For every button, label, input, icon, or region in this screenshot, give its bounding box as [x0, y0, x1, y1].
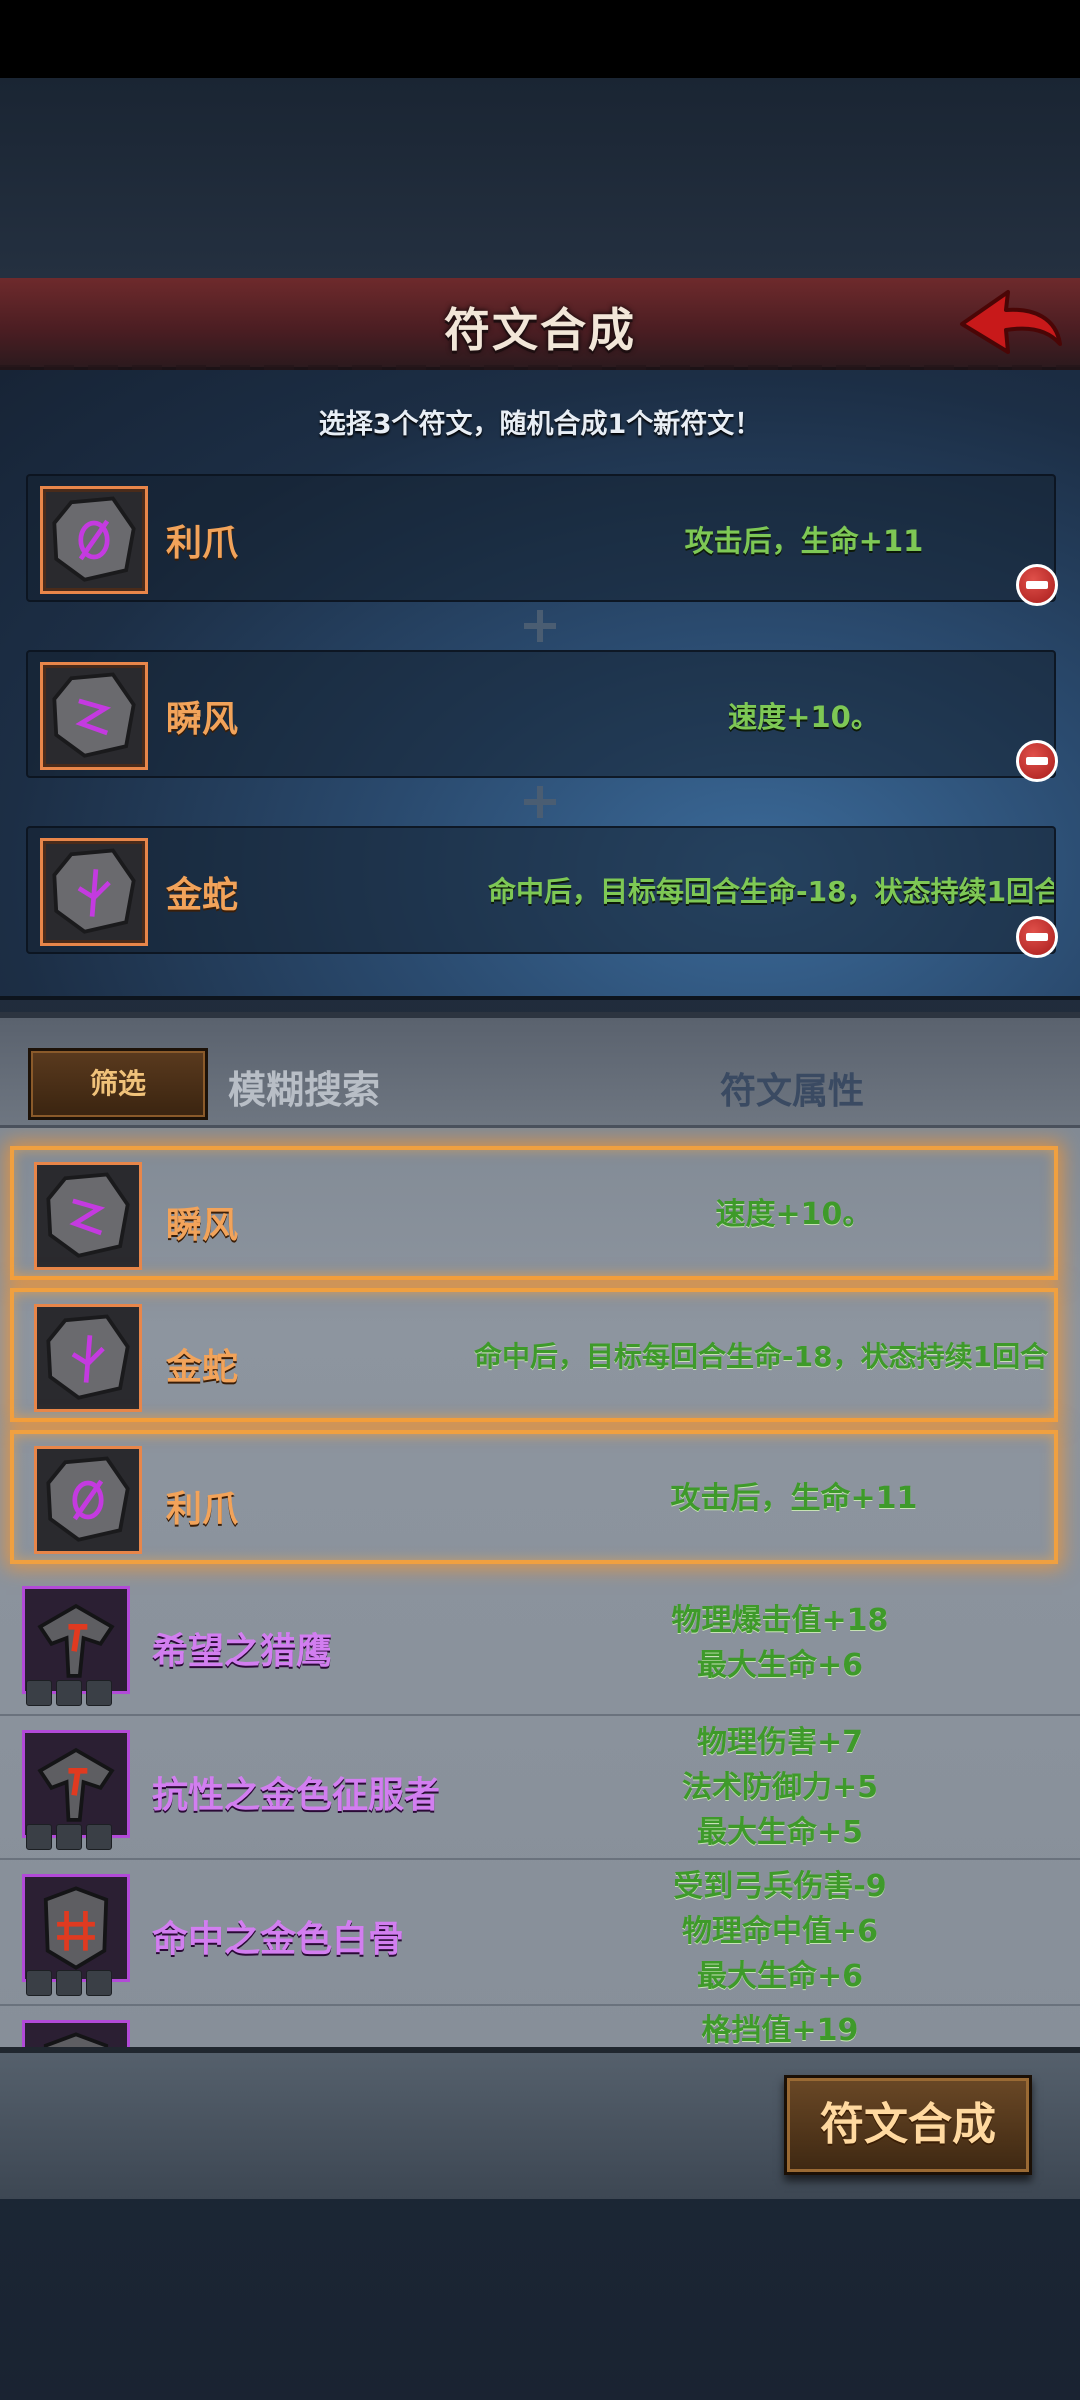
- attribute-line: 最大生命+5: [696, 1815, 863, 1850]
- plus-icon: [524, 786, 556, 818]
- socket-icon: [86, 1970, 112, 1996]
- rune-attributes: 受到弓兵伤害-9 物理命中值+6 最大生命+6: [480, 1864, 1080, 1999]
- rune-stone-icon: [40, 838, 148, 946]
- craft-button-label: 符文合成: [820, 2099, 996, 2150]
- rune-shield-icon: [22, 1874, 130, 1982]
- rune-name: 命中之金色白骨: [152, 1919, 405, 1960]
- socket-icon: [56, 1680, 82, 1706]
- rune-list[interactable]: 瞬风 速度+10。 金蛇 命中后，目标每回合生命-18，状态持续1回合 利爪 攻…: [0, 1128, 1080, 2053]
- list-item[interactable]: 利爪 攻击后，生命+11: [10, 1430, 1058, 1564]
- list-item[interactable]: 希望之猎鹰 物理爆击值+18 最大生命+6: [0, 1574, 1080, 1716]
- attribute-line: 物理命中值+6: [681, 1914, 878, 1949]
- selected-slot-2[interactable]: 瞬风 速度+10。: [26, 650, 1056, 778]
- attribute-column-header: 符文属性: [720, 1071, 865, 1112]
- rune-attributes: 物理爆击值+18 最大生命+6: [480, 1598, 1080, 1688]
- socket-icon: [86, 1680, 112, 1706]
- rune-name: 瞬风: [166, 699, 239, 740]
- rune-name: 抗性之金色征服者: [152, 1775, 441, 1816]
- attribute-line: 物理伤害+7: [696, 1725, 863, 1760]
- list-item[interactable]: 抗性之金色征服者 物理伤害+7 法术防御力+5 最大生命+5: [0, 1718, 1080, 1860]
- attribute-line: 速度+10。: [715, 1197, 873, 1232]
- page-title: 符文合成: [444, 303, 636, 357]
- title-banner: 符文合成: [0, 278, 1080, 375]
- attribute-line: 最大生命+6: [696, 1648, 863, 1683]
- attribute-line: 法术防御力+5: [681, 1770, 878, 1805]
- socket-icon: [56, 1824, 82, 1850]
- rune-stone-icon: [34, 1162, 142, 1270]
- rune-name: 希望之猎鹰: [152, 1631, 333, 1672]
- selected-slot-1[interactable]: 利爪 攻击后，生命+11: [26, 474, 1056, 602]
- filter-button[interactable]: 筛选: [28, 1048, 208, 1120]
- rune-name: 利爪: [166, 523, 239, 564]
- rune-name: 金蛇: [166, 875, 239, 916]
- remove-slot-2-button[interactable]: [1016, 740, 1058, 782]
- rune-attributes: 命中后，目标每回合生命-18，状态持续1回合: [474, 1334, 1074, 1379]
- socket-icon: [56, 1970, 82, 1996]
- attribute-line: 最大生命+6: [696, 1959, 863, 1994]
- game-screen: 符文合成 选择3个符文，随机合成1个新符文！ 利爪 攻击后，生命+11 瞬风 速…: [0, 0, 1080, 2400]
- attribute-line: 命中后，目标每回合生命-18，状态持续1回合: [474, 1340, 1049, 1373]
- socket-badges: [26, 1680, 112, 1706]
- rune-stone-icon: [40, 662, 148, 770]
- attribute-line: 受到弓兵伤害-9: [673, 1869, 887, 1904]
- rune-attribute: 攻击后，生命+11: [684, 524, 924, 558]
- attribute-line: 物理爆击值+18: [671, 1603, 889, 1638]
- rune-attribute: 命中后，目标每回合生命-18，状态持续1回合: [488, 875, 1056, 908]
- rune-attributes: 速度+10。: [494, 1192, 1080, 1237]
- rune-helmet-icon: [22, 1730, 130, 1838]
- plus-icon: [524, 610, 556, 642]
- remove-slot-1-button[interactable]: [1016, 564, 1058, 606]
- rune-name: 金蛇: [166, 1347, 239, 1388]
- list-item[interactable]: 命中之金色白骨 受到弓兵伤害-9 物理命中值+6 最大生命+6: [0, 1862, 1080, 2006]
- back-arrow-icon[interactable]: [956, 286, 1066, 364]
- rune-name: 利爪: [166, 1489, 239, 1530]
- remove-slot-3-button[interactable]: [1016, 916, 1058, 958]
- fuzzy-search-input[interactable]: [228, 1060, 588, 1120]
- rune-helmet-icon: [22, 1586, 130, 1694]
- rune-stone-icon: [34, 1304, 142, 1412]
- socket-badges: [26, 1970, 112, 1996]
- rune-list-panel: 筛选 符文属性 瞬风 速度+10。: [0, 1012, 1080, 2053]
- socket-icon: [26, 1970, 52, 1996]
- list-item[interactable]: 金蛇 命中后，目标每回合生命-18，状态持续1回合: [10, 1288, 1058, 1422]
- rune-attributes: 攻击后，生命+11: [494, 1476, 1080, 1521]
- selected-slot-3[interactable]: 金蛇 命中后，目标每回合生命-18，状态持续1回合: [26, 826, 1056, 954]
- instruction-text: 选择3个符文，随机合成1个新符文！: [318, 409, 762, 440]
- list-item[interactable]: 瞬风 速度+10。: [10, 1146, 1058, 1280]
- selected-runes-panel: 选择3个符文，随机合成1个新符文！ 利爪 攻击后，生命+11 瞬风 速度+10。: [0, 370, 1080, 1000]
- craft-rune-button[interactable]: 符文合成: [784, 2075, 1032, 2175]
- rune-stone-icon: [34, 1446, 142, 1554]
- filter-label: 筛选: [89, 1067, 146, 1100]
- rune-attribute: 速度+10。: [728, 700, 880, 734]
- socket-icon: [86, 1824, 112, 1850]
- attribute-line: 攻击后，生命+11: [670, 1481, 918, 1516]
- socket-icon: [26, 1680, 52, 1706]
- socket-icon: [26, 1824, 52, 1850]
- filter-bar: 筛选 符文属性: [0, 1018, 1080, 1128]
- rune-attributes: 物理伤害+7 法术防御力+5 最大生命+5: [480, 1720, 1080, 1855]
- bottom-bar: 符文合成: [0, 2047, 1080, 2199]
- rune-name: 瞬风: [166, 1205, 239, 1246]
- socket-badges: [26, 1824, 112, 1850]
- rune-stone-icon: [40, 486, 148, 594]
